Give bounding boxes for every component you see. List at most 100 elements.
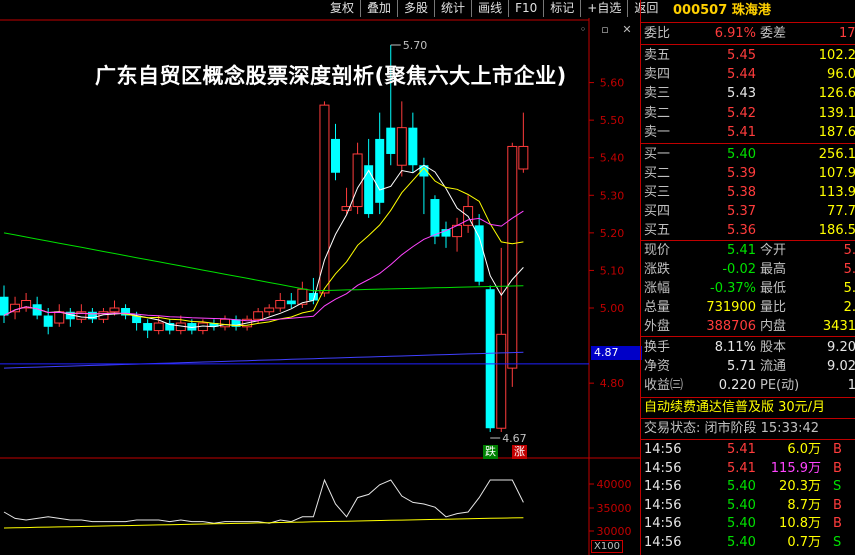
trade-price: 5.40 bbox=[727, 497, 756, 513]
trade-row: 14:56 5.40 10.8万 B bbox=[641, 515, 855, 533]
trade-price: 5.41 bbox=[727, 460, 756, 476]
close-icon[interactable]: ✕ bbox=[621, 24, 633, 36]
stock-header: 000507 珠海港 bbox=[641, 0, 855, 22]
bid-price: 5.38 bbox=[727, 185, 756, 200]
trade-row: 14:56 5.40 0.7万 S bbox=[641, 534, 855, 552]
price-tick-label: 5.30 bbox=[600, 189, 625, 202]
candle-body bbox=[396, 127, 407, 166]
bid-volume: 113.9 bbox=[818, 185, 855, 200]
stat2-label-2: PE(动) bbox=[760, 378, 800, 393]
quote-panel: 000507 珠海港 委比 6.91% 委差 17 卖五 5.45 102.2 卖四 5… bbox=[640, 0, 855, 555]
candle-body bbox=[0, 296, 9, 316]
volume-scale-label: X100 bbox=[591, 540, 623, 553]
low-marker-label: 4.67 bbox=[502, 432, 527, 445]
toolbar-button-4[interactable]: 画线 bbox=[471, 0, 509, 17]
ma-line bbox=[3, 167, 524, 327]
volume-ma-line bbox=[3, 517, 524, 529]
badge-down: 跌 bbox=[483, 445, 498, 459]
weicha-value: 17 bbox=[839, 26, 855, 41]
stat-value: 388706 bbox=[706, 319, 756, 334]
bid-row: 买三 5.38 113.9 bbox=[641, 183, 855, 202]
toolbar-button-1[interactable]: 叠加 bbox=[360, 0, 398, 17]
stat-row: 涨跌 -0.02 最高 5. bbox=[641, 260, 855, 279]
ask-volume: 126.6 bbox=[818, 86, 855, 102]
stat-row: 总量 731900 量比 2. bbox=[641, 298, 855, 317]
stat2-row: 净资 5.71 流通 9.02 bbox=[641, 357, 855, 376]
stat-value: 5.41 bbox=[727, 243, 756, 258]
stat2-value: 8.11% bbox=[714, 340, 756, 355]
stat2-label-2: 股本 bbox=[760, 340, 787, 355]
volume-tick-label: 30000 bbox=[597, 525, 632, 538]
bid-row: 买二 5.39 107.9 bbox=[641, 164, 855, 183]
ask-label: 卖五 bbox=[644, 48, 671, 63]
toolbar-button-2[interactable]: 多股 bbox=[397, 0, 435, 17]
candle-body bbox=[485, 289, 495, 429]
bid-price: 5.36 bbox=[727, 223, 756, 238]
price-tick-label: 4.80 bbox=[600, 377, 625, 390]
toolbar-button-5[interactable]: F10 bbox=[508, 0, 544, 17]
bid-price: 5.37 bbox=[727, 204, 756, 219]
stat-value: -0.37% bbox=[710, 281, 756, 296]
candle-body bbox=[54, 311, 65, 324]
trade-row: 14:56 5.40 8.7万 B bbox=[641, 497, 855, 515]
stat2-label-2: 流通 bbox=[760, 359, 787, 374]
stat-label-2: 最高 bbox=[760, 262, 787, 277]
volume-line bbox=[3, 478, 524, 524]
trade-volume: 8.7万 bbox=[787, 497, 821, 513]
price-tick-label: 5.00 bbox=[600, 302, 625, 315]
candle-body bbox=[375, 138, 385, 203]
stat2-label: 净资 bbox=[644, 359, 671, 374]
stat2-value-2: 1 bbox=[847, 378, 855, 393]
candle-body bbox=[430, 199, 440, 237]
candle-body bbox=[474, 225, 484, 282]
stat2-row: 换手 8.11% 股本 9.20 bbox=[641, 338, 855, 357]
stat-label-2: 今开 bbox=[760, 243, 787, 258]
candle-body bbox=[253, 311, 264, 320]
promo-banner[interactable]: 自动续费通达信普及版 30元/月 bbox=[641, 399, 855, 417]
ask-row: 卖三 5.43 126.6 bbox=[641, 84, 855, 103]
trade-time: 14:56 bbox=[644, 442, 682, 457]
stat2-value: 0.220 bbox=[718, 378, 756, 393]
stat-label-2: 最低 bbox=[760, 281, 787, 296]
stat2-row: 收益㈢ 0.220 PE(动) 1 bbox=[641, 376, 855, 395]
ask-volume: 102.2 bbox=[818, 48, 855, 63]
toolbar-button-3[interactable]: 统计 bbox=[434, 0, 472, 17]
stock-code: 000507 bbox=[673, 3, 728, 18]
trade-volume: 115.9万 bbox=[770, 460, 821, 476]
trade-row: 14:56 5.41 115.9万 B bbox=[641, 460, 855, 478]
ask-label: 卖四 bbox=[644, 67, 671, 83]
ask-price: 5.44 bbox=[727, 67, 756, 83]
badge-up: 涨 bbox=[512, 445, 527, 459]
stat2-value-2: 9.02 bbox=[827, 359, 855, 374]
last-price-label: 4.87 bbox=[591, 346, 642, 360]
toolbar-button-7[interactable]: +自选 bbox=[580, 0, 628, 17]
stat-row: 涨幅 -0.37% 最低 5. bbox=[641, 279, 855, 298]
restore-icon[interactable]: ▫ bbox=[599, 24, 611, 36]
trade-time: 14:56 bbox=[644, 535, 682, 550]
trade-time: 14:56 bbox=[644, 497, 682, 513]
candle-body bbox=[496, 333, 507, 429]
trade-side: S bbox=[833, 479, 842, 495]
ask-price: 5.45 bbox=[727, 48, 756, 63]
trade-volume: 0.7万 bbox=[787, 535, 821, 550]
minimize-icon[interactable]: ◦ bbox=[577, 24, 589, 36]
stat-value-2: 5. bbox=[843, 262, 855, 277]
price-tick-label: 5.60 bbox=[600, 77, 625, 90]
overlay-title: 广东自贸区概念股票深度剖析(聚焦六大上市企业) bbox=[95, 64, 567, 88]
weibi-row: 委比 6.91% 委差 17 bbox=[641, 24, 855, 43]
toolbar-button-0[interactable]: 复权 bbox=[324, 0, 361, 17]
trade-row: 14:56 5.40 20.3万 S bbox=[641, 478, 855, 496]
trade-side: B bbox=[833, 460, 842, 476]
weicha-label: 委差 bbox=[760, 26, 787, 41]
candle-body bbox=[518, 145, 529, 170]
stat-label: 外盘 bbox=[644, 319, 671, 334]
bid-label: 买一 bbox=[644, 147, 671, 162]
chart-toolbar: 复权 叠加 多股 统计 画线 F10 标记 +自选 返回 bbox=[324, 0, 665, 18]
candle-body bbox=[386, 127, 396, 154]
stat-row: 现价 5.41 今开 5. bbox=[641, 241, 855, 260]
volume-tick-label: 40000 bbox=[597, 478, 632, 491]
bid-label: 买二 bbox=[644, 166, 671, 181]
candle-body bbox=[10, 303, 21, 313]
volume-tick-label: 35000 bbox=[597, 502, 632, 515]
toolbar-button-6[interactable]: 标记 bbox=[543, 0, 581, 17]
